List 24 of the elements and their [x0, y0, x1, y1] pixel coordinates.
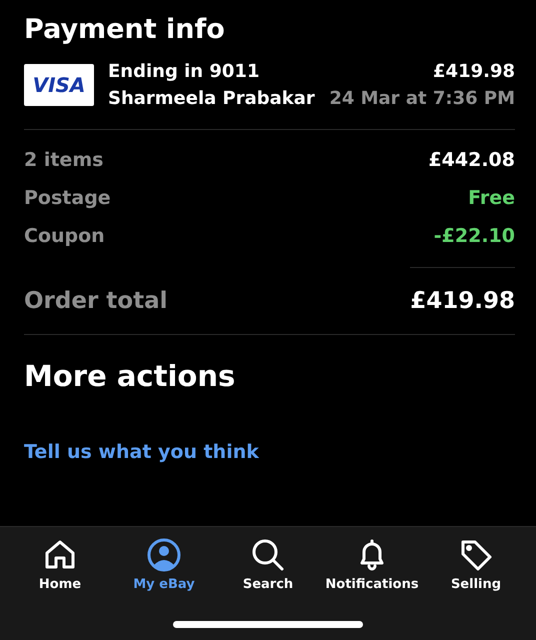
tab[interactable]: Home — [10, 537, 110, 592]
section-title: Payment info — [24, 14, 226, 45]
summary-value: Free — [468, 187, 515, 209]
feedback-link[interactable]: Tell us what you think — [24, 441, 259, 463]
card-logo: VISA — [24, 64, 94, 106]
summary-value: -£22.10 — [434, 225, 515, 247]
payment-amount: £419.98 — [433, 61, 515, 82]
tab[interactable]: My eBay — [114, 537, 214, 592]
summary-label: 2 items — [24, 149, 104, 171]
home-indicator[interactable] — [173, 621, 363, 628]
order-total-value: £419.98 — [410, 288, 515, 314]
tab[interactable]: Selling — [426, 537, 526, 592]
summary-value: £442.08 — [428, 149, 515, 171]
summary-label: Coupon — [24, 225, 105, 247]
card-label: Ending in 9011 — [108, 61, 260, 82]
payment-date: 24 Mar at 7:36 PM — [329, 88, 515, 109]
order-total-label: Order total — [24, 288, 168, 314]
section-title: More actions — [24, 359, 236, 393]
tab[interactable]: Notifications — [322, 537, 422, 592]
summary-label: Postage — [24, 187, 111, 209]
account-icon — [146, 537, 182, 573]
cardholder-name: Sharmeela Prabakar — [108, 88, 315, 109]
tab[interactable]: Search — [218, 537, 318, 592]
search-icon — [250, 537, 286, 573]
